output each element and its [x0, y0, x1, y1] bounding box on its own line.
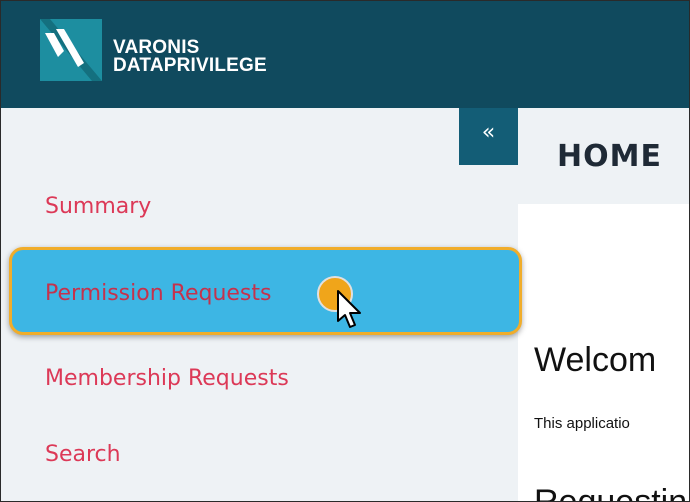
- collapse-icon: «: [481, 120, 496, 145]
- requesting-heading: Requestin: [534, 483, 688, 502]
- brand-line-2: DATAPRIVILEGE: [113, 55, 267, 76]
- top-header: VARONIS DATAPRIVILEGE: [1, 1, 689, 108]
- mouse-cursor-icon: [337, 290, 361, 328]
- welcome-heading: Welcom: [534, 341, 657, 379]
- app-window: VARONIS DATAPRIVILEGE « Summary Permissi…: [0, 0, 690, 502]
- sidebar-item-membership-requests[interactable]: Membership Requests: [45, 366, 289, 391]
- sidebar-item-search[interactable]: Search: [45, 442, 121, 467]
- intro-text: This applicatio: [534, 415, 630, 432]
- brand-name: VARONIS DATAPRIVILEGE: [113, 38, 267, 76]
- sidebar-item-summary[interactable]: Summary: [45, 194, 151, 219]
- collapse-sidebar-button[interactable]: «: [459, 108, 518, 165]
- varonis-logo-icon: [40, 19, 102, 81]
- page-title: HOME: [557, 139, 662, 174]
- sidebar-item-permission-requests-label[interactable]: Permission Requests: [45, 281, 271, 306]
